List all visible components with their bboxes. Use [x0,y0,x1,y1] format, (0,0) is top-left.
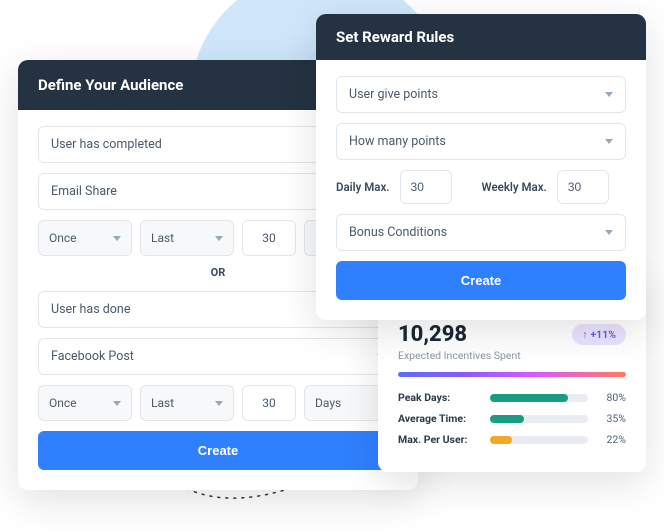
chevron-down-icon [113,236,121,241]
reward-body: User give points How many points Daily M… [316,60,646,320]
audience-action-1-label: Email Share [51,184,117,199]
metric-bar-track [490,415,588,423]
reward-create-button[interactable]: Create [336,261,626,300]
audience-unit-2-label: Days [315,396,341,410]
prediction-value: 10,298 [398,322,467,347]
chevron-down-icon [605,92,613,97]
bonus-conditions-label: Bonus Conditions [349,225,447,240]
daily-max-input[interactable] [400,170,452,204]
arrow-up-icon: ↑ [582,328,587,341]
bonus-conditions-select[interactable]: Bonus Conditions [336,214,626,251]
prediction-metrics: Peak Days: 80% Average Time: 35% Max. Per Us… [398,391,626,446]
audience-qty-1-input[interactable]: 30 [242,220,296,256]
reward-limits-row: Daily Max. Weekly Max. [336,170,626,204]
metric-bar-track [490,394,588,402]
chevron-down-icon [215,401,223,406]
audience-condition-2-label: User has done [51,302,130,317]
metric-bar-track [490,436,588,444]
metric-row: Max. Per User: 22% [398,433,626,446]
chevron-down-icon [215,236,223,241]
metric-label: Average Time: [398,412,482,425]
audience-qty-2-value: 30 [262,396,276,410]
audience-window-2-label: Last [151,396,174,410]
audience-freq-2-label: Once [49,396,77,410]
audience-qty-2-input[interactable]: 30 [242,385,296,421]
weekly-max-label: Weekly Max. [482,180,547,194]
audience-create-button[interactable]: Create [38,431,398,470]
metric-bar-fill [490,415,524,423]
chevron-down-icon [113,401,121,406]
weekly-max-input[interactable] [557,170,609,204]
prediction-delta-badge: ↑ +11% [572,324,626,345]
metric-value: 80% [596,391,626,404]
audience-freq-1-select[interactable]: Once [38,220,132,256]
metric-value: 35% [596,412,626,425]
metric-bar-fill [490,436,512,444]
prediction-delta-text: +11% [590,328,616,341]
metric-bar-fill [490,394,568,402]
reward-rule-type-label: User give points [349,87,438,102]
audience-condition-1-label: User has completed [51,137,162,152]
chevron-down-icon [605,230,613,235]
daily-max-label: Daily Max. [336,180,390,194]
prediction-subtitle: Expected Incentives Spent [398,349,626,362]
audience-params-2: Once Last 30 Days [38,385,398,421]
audience-action-2-select[interactable]: Facebook Post [38,338,398,375]
reward-rule-type-select[interactable]: User give points [336,76,626,113]
audience-window-1-select[interactable]: Last [140,220,234,256]
reward-amount-type-select[interactable]: How many points [336,123,626,160]
prediction-gradient-bar [398,372,626,377]
metric-label: Peak Days: [398,391,482,404]
prediction-value-row: 10,298 ↑ +11% [398,322,626,347]
audience-action-2-label: Facebook Post [51,349,134,364]
audience-freq-1-label: Once [49,231,77,245]
metric-value: 22% [596,433,626,446]
metric-label: Max. Per User: [398,433,482,446]
reward-card: Set Reward Rules User give points How ma… [316,14,646,320]
audience-window-1-label: Last [151,231,174,245]
chevron-down-icon [605,139,613,144]
reward-amount-type-label: How many points [349,134,446,149]
reward-title: Set Reward Rules [316,14,646,60]
metric-row: Peak Days: 80% [398,391,626,404]
audience-freq-2-select[interactable]: Once [38,385,132,421]
audience-qty-1-value: 30 [262,231,276,245]
audience-window-2-select[interactable]: Last [140,385,234,421]
metric-row: Average Time: 35% [398,412,626,425]
